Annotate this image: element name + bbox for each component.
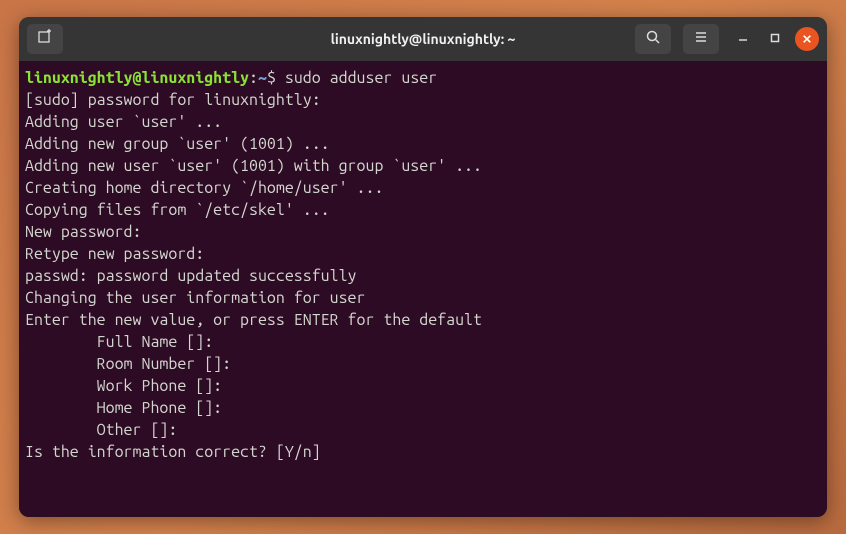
close-icon: [802, 30, 812, 48]
output-line: passwd: password updated successfully: [25, 265, 817, 287]
prompt-line: linuxnightly@linuxnightly:~$ sudo adduse…: [25, 67, 817, 89]
terminal-output[interactable]: linuxnightly@linuxnightly:~$ sudo adduse…: [19, 61, 827, 517]
maximize-button[interactable]: [763, 27, 787, 51]
prompt-dollar: $: [267, 69, 285, 87]
search-button[interactable]: [635, 24, 671, 54]
new-tab-button[interactable]: [27, 24, 63, 54]
terminal-window: linuxnightly@linuxnightly: ~: [19, 17, 827, 517]
output-line: Copying files from `/etc/skel' ...: [25, 199, 817, 221]
minimize-icon: [737, 30, 749, 48]
new-tab-icon: [37, 29, 53, 49]
output-line: [sudo] password for linuxnightly:: [25, 89, 817, 111]
output-line: Is the information correct? [Y/n]: [25, 441, 817, 463]
output-line: Other []:: [25, 419, 817, 441]
hamburger-icon: [693, 29, 709, 49]
prompt-colon: :: [249, 69, 258, 87]
titlebar-left: [27, 24, 67, 54]
titlebar: linuxnightly@linuxnightly: ~: [19, 17, 827, 61]
close-button[interactable]: [795, 27, 819, 51]
command-text: sudo adduser user: [285, 69, 437, 87]
output-line: Adding user `user' ...: [25, 111, 817, 133]
output-line: Changing the user information for user: [25, 287, 817, 309]
output-line: Room Number []:: [25, 353, 817, 375]
prompt-path: ~: [258, 69, 267, 87]
output-line: Enter the new value, or press ENTER for …: [25, 309, 817, 331]
prompt-user-host: linuxnightly@linuxnightly: [25, 69, 249, 87]
window-title: linuxnightly@linuxnightly: ~: [331, 31, 516, 47]
menu-button[interactable]: [683, 24, 719, 54]
output-line: Adding new group `user' (1001) ...: [25, 133, 817, 155]
output-line: Home Phone []:: [25, 397, 817, 419]
titlebar-right: [635, 24, 819, 54]
minimize-button[interactable]: [731, 27, 755, 51]
output-line: Full Name []:: [25, 331, 817, 353]
output-line: Work Phone []:: [25, 375, 817, 397]
maximize-icon: [769, 30, 781, 48]
search-icon: [645, 29, 661, 49]
output-line: New password:: [25, 221, 817, 243]
output-line: Retype new password:: [25, 243, 817, 265]
output-line: Adding new user `user' (1001) with group…: [25, 155, 817, 177]
output-line: Creating home directory `/home/user' ...: [25, 177, 817, 199]
